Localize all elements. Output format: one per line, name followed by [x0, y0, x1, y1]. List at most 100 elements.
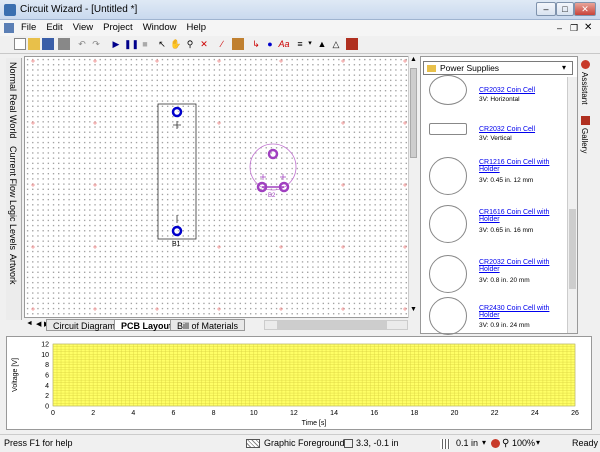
- tab-normal[interactable]: Normal: [8, 62, 18, 91]
- hscroll-thumb[interactable]: [277, 321, 387, 329]
- coin-cell-holder-icon: [429, 297, 467, 335]
- tab-prev-icon[interactable]: ◀: [36, 320, 41, 328]
- chevron-down-icon[interactable]: ▾: [562, 63, 566, 72]
- close-button[interactable]: ✕: [574, 2, 596, 16]
- gallery-item-name[interactable]: CR1216 Coin Cell with Holder: [479, 159, 559, 173]
- grid-crosses: [31, 59, 407, 311]
- gallery-item-name[interactable]: CR1616 Coin Cell with Holder: [479, 209, 559, 223]
- print-icon[interactable]: [58, 38, 70, 50]
- menu-view[interactable]: View: [68, 20, 98, 35]
- coin-cell-holder-icon: [429, 255, 467, 293]
- x-axis-label: Time [s]: [302, 420, 327, 427]
- gallery-item-name[interactable]: CR2032 Coin Cell with Holder: [479, 259, 559, 273]
- gallery-item-name[interactable]: CR2032 Coin Cell: [479, 126, 535, 133]
- tab-logic-levels[interactable]: Logic Levels: [8, 200, 18, 250]
- y-tick-label: 8: [45, 362, 49, 369]
- gallery-item-desc: 3V: 0.8 in. 20 mm: [479, 277, 530, 284]
- gallery-item[interactable]: CR2032 Coin Cell with Holder 3V: 0.8 in.…: [425, 249, 575, 293]
- x-tick-label: 6: [172, 410, 176, 417]
- wire-icon[interactable]: ↳: [250, 38, 262, 50]
- y-tick-label: 10: [41, 352, 49, 359]
- canvas-vertical-scrollbar[interactable]: ▲ ▼: [408, 56, 418, 318]
- gallery-item[interactable]: CR1216 Coin Cell with Holder 3V: 0.45 in…: [425, 149, 575, 195]
- delete-icon[interactable]: ✕: [198, 38, 210, 50]
- stop-icon[interactable]: ■: [139, 38, 151, 50]
- coin-cell-holder-icon: [429, 205, 467, 243]
- coin-cell-holder-icon: [429, 157, 467, 195]
- x-tick-label: 24: [531, 410, 539, 417]
- tab-current-flow[interactable]: Current Flow: [8, 146, 18, 198]
- redo-icon[interactable]: ↷: [90, 38, 102, 50]
- chevron-down-icon[interactable]: ▾: [536, 438, 540, 447]
- play-icon[interactable]: ▶: [110, 38, 122, 50]
- status-grid-size: 0.1 in: [456, 438, 479, 448]
- toolbar: ↶ ↷ ▶ ❚❚ ■ ↖ ✋ ⚲ ✕ ∕ ↳ ● Aa ≡ ▾ ▲ △: [0, 36, 600, 54]
- mdi-restore-button[interactable]: ❐: [570, 23, 578, 34]
- menu-project[interactable]: Project: [98, 20, 138, 35]
- tab-circuit-diagram[interactable]: Circuit Diagram: [46, 319, 123, 331]
- gallery-book-icon[interactable]: [346, 38, 358, 50]
- y-tick-label: 0: [45, 404, 49, 411]
- gallery-category-select[interactable]: Power Supplies ▾: [423, 61, 573, 75]
- status-bar: Press F1 for help Graphic Foreground 3.3…: [0, 434, 600, 452]
- assistant-tab-icon[interactable]: [581, 60, 590, 69]
- view-mode-tabs: Normal Real World Current Flow Logic Lev…: [6, 58, 22, 320]
- menu-edit[interactable]: Edit: [41, 20, 67, 35]
- pause-icon[interactable]: ❚❚: [124, 38, 139, 50]
- gallery-item-desc: 3V: 0.9 in. 24 mm: [479, 322, 530, 329]
- open-folder-icon[interactable]: [28, 38, 40, 50]
- x-tick-label: 0: [51, 410, 55, 417]
- hand-icon[interactable]: ✋: [170, 38, 182, 50]
- pointer-icon[interactable]: ↖: [156, 38, 168, 50]
- node-icon[interactable]: ●: [264, 38, 276, 50]
- gallery-item[interactable]: CR2430 Coin Cell with Holder 3V: 0.9 in.…: [425, 293, 575, 335]
- tab-assistant[interactable]: Assistant: [580, 72, 589, 104]
- menu-window[interactable]: Window: [138, 20, 182, 35]
- gallery-panel: Power Supplies ▾ CR2032 Coin Cell 3V: Ho…: [420, 56, 578, 335]
- scroll-down-icon[interactable]: ▼: [410, 306, 417, 313]
- canvas-horizontal-scrollbar[interactable]: [264, 320, 408, 330]
- mdi-minimize-button[interactable]: –: [557, 23, 562, 33]
- pcb-canvas[interactable]: B1 B2: [24, 56, 417, 318]
- components-icon[interactable]: [232, 38, 244, 50]
- x-tick-label: 2: [91, 410, 95, 417]
- zoom-icon[interactable]: ⚲: [184, 38, 196, 50]
- document-icon: [4, 23, 14, 33]
- scroll-thumb[interactable]: [410, 68, 417, 158]
- gallery-item[interactable]: CR2032 Coin Cell 3V: Horizontal: [425, 75, 575, 119]
- status-help-text: Press F1 for help: [4, 438, 73, 448]
- undo-icon[interactable]: ↶: [76, 38, 88, 50]
- scroll-up-icon[interactable]: ▲: [410, 56, 417, 63]
- flip-icon[interactable]: △: [330, 38, 342, 50]
- mdi-close-button[interactable]: ✕: [584, 22, 592, 33]
- menu-help[interactable]: Help: [181, 20, 211, 35]
- tab-artwork[interactable]: Artwork: [8, 254, 18, 285]
- grid-icon: [440, 439, 450, 449]
- x-tick-label: 8: [212, 410, 216, 417]
- tab-first-icon[interactable]: ◄: [26, 320, 33, 327]
- gallery-item-desc: 3V: 0.65 in. 16 mm: [479, 227, 534, 234]
- new-file-icon[interactable]: [14, 38, 26, 50]
- tab-gallery[interactable]: Gallery: [580, 128, 589, 153]
- voltage-graph[interactable]: 0 2 4 6 8 10 12 14 16 18 20 22 24 26 0 2 4 6 8 10 12 Time [s]…: [6, 336, 592, 430]
- gallery-item-name[interactable]: CR2430 Coin Cell with Holder: [479, 305, 559, 319]
- chevron-down-icon[interactable]: ▾: [304, 38, 316, 50]
- gallery-item[interactable]: CR1616 Coin Cell with Holder 3V: 0.65 in…: [425, 201, 575, 243]
- maximize-button[interactable]: □: [556, 2, 574, 16]
- chevron-down-icon[interactable]: ▾: [482, 438, 486, 447]
- probe-icon[interactable]: ∕: [216, 38, 228, 50]
- tab-bill-of-materials[interactable]: Bill of Materials: [170, 319, 246, 331]
- rotate-icon[interactable]: ▲: [316, 38, 328, 50]
- gallery-category-value: Power Supplies: [440, 63, 500, 73]
- save-icon[interactable]: [42, 38, 54, 50]
- gallery-scroll-thumb[interactable]: [569, 209, 576, 289]
- tab-real-world[interactable]: Real World: [8, 94, 18, 138]
- coin-cell-vertical-icon: [429, 123, 467, 135]
- menu-bar: File Edit View Project Window Help – ❐ ✕: [0, 20, 600, 36]
- gallery-item-name[interactable]: CR2032 Coin Cell: [479, 87, 535, 94]
- text-icon[interactable]: Aa: [278, 38, 290, 50]
- menu-file[interactable]: File: [16, 20, 41, 35]
- gallery-tab-icon[interactable]: [581, 116, 590, 125]
- minimize-button[interactable]: –: [536, 2, 556, 16]
- gallery-scrollbar[interactable]: [567, 77, 577, 333]
